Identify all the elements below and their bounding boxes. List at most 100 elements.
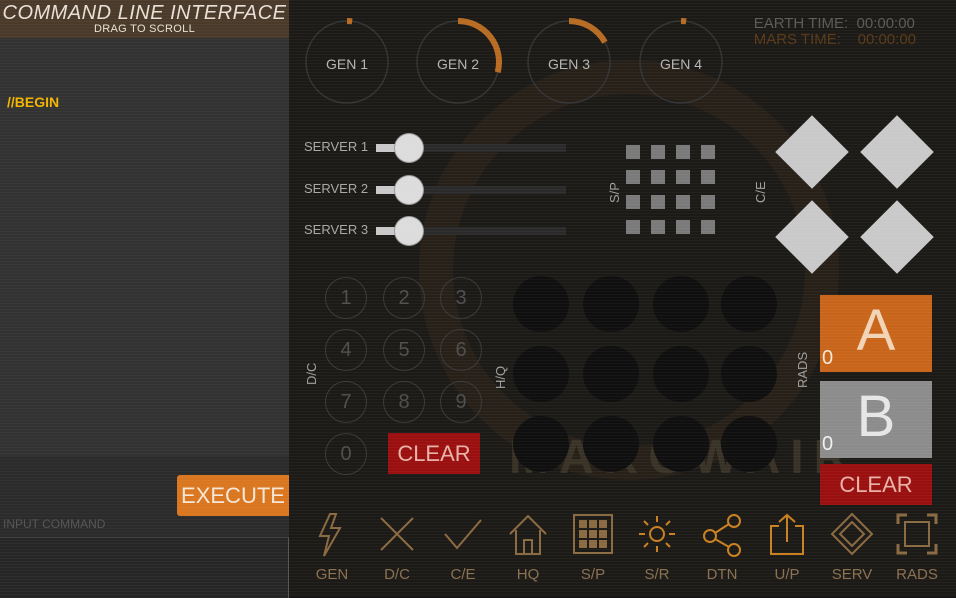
gen-gauge-2[interactable]: GEN 2 [414, 18, 502, 106]
rad-b-count: 0 [822, 433, 833, 456]
sp-cell[interactable] [701, 220, 715, 234]
sp-cell[interactable] [651, 220, 665, 234]
earth-time-label: EARTH TIME: [754, 16, 848, 32]
server-slider-2[interactable]: SERVER 2 [304, 177, 574, 201]
slider-fill [376, 144, 395, 152]
nav-item-rads[interactable]: RADS [886, 508, 948, 593]
hq-dot[interactable] [653, 416, 709, 472]
sp-cell[interactable] [701, 145, 715, 159]
gen-gauge-4[interactable]: GEN 4 [637, 18, 725, 106]
nav-item-dtn[interactable]: DTN [691, 508, 753, 593]
keypad-key-0[interactable]: 0 [325, 433, 367, 475]
keypad-key-1[interactable]: 1 [325, 277, 367, 319]
hq-dot[interactable] [513, 276, 569, 332]
hq-dot[interactable] [583, 416, 639, 472]
hq-label: H/Q [493, 366, 508, 389]
hq-dot[interactable] [513, 416, 569, 472]
sp-cell[interactable] [676, 145, 690, 159]
hq-dot[interactable] [583, 276, 639, 332]
nav-item-serv[interactable]: SERV [821, 508, 883, 593]
sp-cell[interactable] [676, 170, 690, 184]
hq-dot[interactable] [653, 346, 709, 402]
gen-gauge-label: GEN 3 [525, 56, 613, 72]
nav-item-label: SERV [821, 566, 883, 583]
hq-dot[interactable] [721, 276, 777, 332]
nav-item-label: HQ [497, 566, 559, 583]
server-slider-label: SERVER 3 [304, 222, 368, 237]
gen-gauge-level-arc [569, 21, 605, 42]
ce-diamond-4[interactable] [860, 200, 934, 274]
frame-icon [895, 512, 939, 558]
nav-item-label: U/P [756, 566, 818, 583]
sp-cell[interactable] [701, 195, 715, 209]
nav-item-up[interactable]: U/P [756, 508, 818, 593]
execute-button[interactable]: EXECUTE [177, 475, 289, 516]
keypad-key-7[interactable]: 7 [325, 381, 367, 423]
gen-gauge-1[interactable]: GEN 1 [303, 18, 391, 106]
earth-time-value: 00:00:00 [857, 16, 915, 32]
nav-item-label: DTN [691, 566, 753, 583]
server-slider-3[interactable]: SERVER 3 [304, 218, 574, 242]
keypad-key-3[interactable]: 3 [440, 277, 482, 319]
sp-cell[interactable] [651, 195, 665, 209]
nav-item-sr[interactable]: S/R [626, 508, 688, 593]
sp-cell[interactable] [626, 145, 640, 159]
server-slider-label: SERVER 1 [304, 139, 368, 154]
ce-label: C/E [753, 181, 768, 203]
nav-item-label: RADS [886, 566, 948, 583]
nav-item-hq[interactable]: HQ [497, 508, 559, 593]
clock-display: EARTH TIME: 00:00:00 MARS TIME: 00:00:00 [754, 16, 916, 48]
sp-cell[interactable] [626, 220, 640, 234]
ce-diamond-2[interactable] [860, 115, 934, 189]
main-panel: MARCWAIR GEN 1GEN 2GEN 3GEN 4 EARTH TIME… [289, 0, 956, 597]
nav-item-gen[interactable]: GEN [301, 508, 363, 593]
keypad-clear-button[interactable]: CLEAR [388, 433, 480, 474]
rad-b-button[interactable]: B 0 [820, 381, 932, 458]
cli-log-line: //BEGIN [7, 94, 59, 110]
cli-subtitle: DRAG TO SCROLL [0, 24, 289, 35]
keypad-key-6[interactable]: 6 [440, 329, 482, 371]
input-command-label: INPUT COMMAND [3, 517, 105, 531]
sp-cell[interactable] [651, 170, 665, 184]
hq-dot[interactable] [513, 346, 569, 402]
nav-item-label: S/R [626, 566, 688, 583]
server-slider-1[interactable]: SERVER 1 [304, 135, 574, 159]
cli-log[interactable]: //BEGIN [0, 38, 289, 456]
keypad-key-2[interactable]: 2 [383, 277, 425, 319]
keypad-key-5[interactable]: 5 [383, 329, 425, 371]
sp-cell[interactable] [676, 195, 690, 209]
sp-cell[interactable] [626, 170, 640, 184]
slider-fill [376, 227, 395, 235]
sp-cell[interactable] [651, 145, 665, 159]
slider-knob[interactable] [395, 176, 423, 204]
gen-gauge-label: GEN 2 [414, 56, 502, 72]
keypad-key-9[interactable]: 9 [440, 381, 482, 423]
nav-item-dc[interactable]: D/C [366, 508, 428, 593]
nav-item-ce[interactable]: C/E [432, 508, 494, 593]
rads-clear-button[interactable]: CLEAR [820, 464, 932, 505]
check-icon [441, 512, 485, 558]
command-input[interactable] [0, 537, 289, 598]
hq-dot[interactable] [721, 346, 777, 402]
mars-time-value: 00:00:00 [858, 32, 916, 48]
sp-cell[interactable] [626, 195, 640, 209]
hq-dot[interactable] [583, 346, 639, 402]
nav-item-sp[interactable]: S/P [562, 508, 624, 593]
keypad-key-4[interactable]: 4 [325, 329, 367, 371]
rad-a-button[interactable]: A 0 [820, 295, 932, 372]
hq-dot[interactable] [721, 416, 777, 472]
slider-knob[interactable] [395, 134, 423, 162]
hq-dot[interactable] [653, 276, 709, 332]
cli-title: COMMAND LINE INTERFACE [0, 0, 289, 24]
lightning-icon [310, 512, 354, 558]
upload-icon [765, 512, 809, 558]
keypad-key-8[interactable]: 8 [383, 381, 425, 423]
nav-item-label: C/E [432, 566, 494, 583]
gen-gauge-3[interactable]: GEN 3 [525, 18, 613, 106]
cli-panel: COMMAND LINE INTERFACE DRAG TO SCROLL //… [0, 0, 289, 597]
cli-header[interactable]: COMMAND LINE INTERFACE DRAG TO SCROLL [0, 0, 289, 38]
sp-cell[interactable] [701, 170, 715, 184]
share-icon [700, 512, 744, 558]
slider-knob[interactable] [395, 217, 423, 245]
sp-cell[interactable] [676, 220, 690, 234]
